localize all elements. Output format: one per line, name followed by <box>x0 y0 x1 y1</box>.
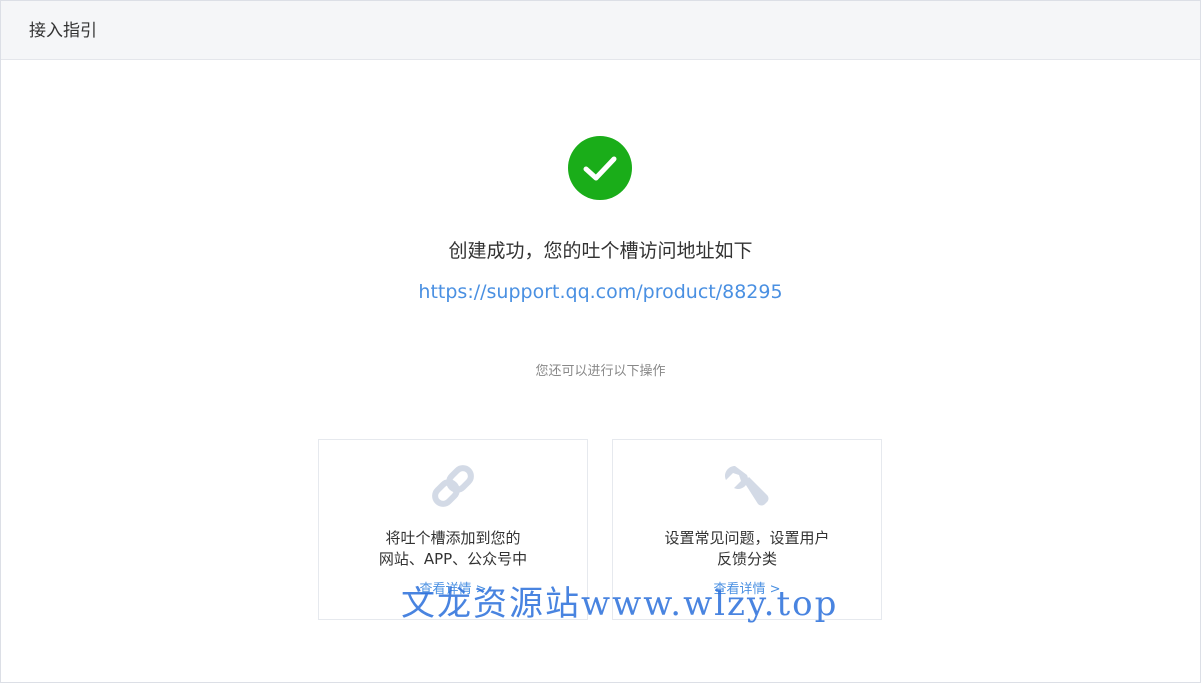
more-actions-hint: 您还可以进行以下操作 <box>535 364 666 379</box>
link-icon <box>432 465 474 507</box>
page-title: 接入指引 <box>29 21 97 41</box>
faq-card-line1: 设置常见问题，设置用户 <box>664 529 830 547</box>
embed-card-line1: 将吐个槽添加到您的 <box>385 529 521 547</box>
watermark: 文龙资源站www.wlzy.top <box>401 584 839 624</box>
header-bar: 接入指引 <box>1 1 1200 60</box>
faq-card-line2: 反馈分类 <box>716 550 777 568</box>
success-message: 创建成功，您的吐个槽访问地址如下 <box>448 240 753 262</box>
embed-card-line2: 网站、APP、公众号中 <box>378 550 528 568</box>
guide-panel: 接入指引 创建成功，您的吐个槽访问地址如下 https://support.qq… <box>0 0 1201 683</box>
wrench-icon <box>725 466 769 506</box>
product-url-link[interactable]: https://support.qq.com/product/88295 <box>1 279 1200 305</box>
check-circle-icon <box>568 136 632 200</box>
faq-card-text: 设置常见问题，设置用户 反馈分类 <box>613 528 881 570</box>
embed-card-text: 将吐个槽添加到您的 网站、APP、公众号中 <box>319 528 587 570</box>
